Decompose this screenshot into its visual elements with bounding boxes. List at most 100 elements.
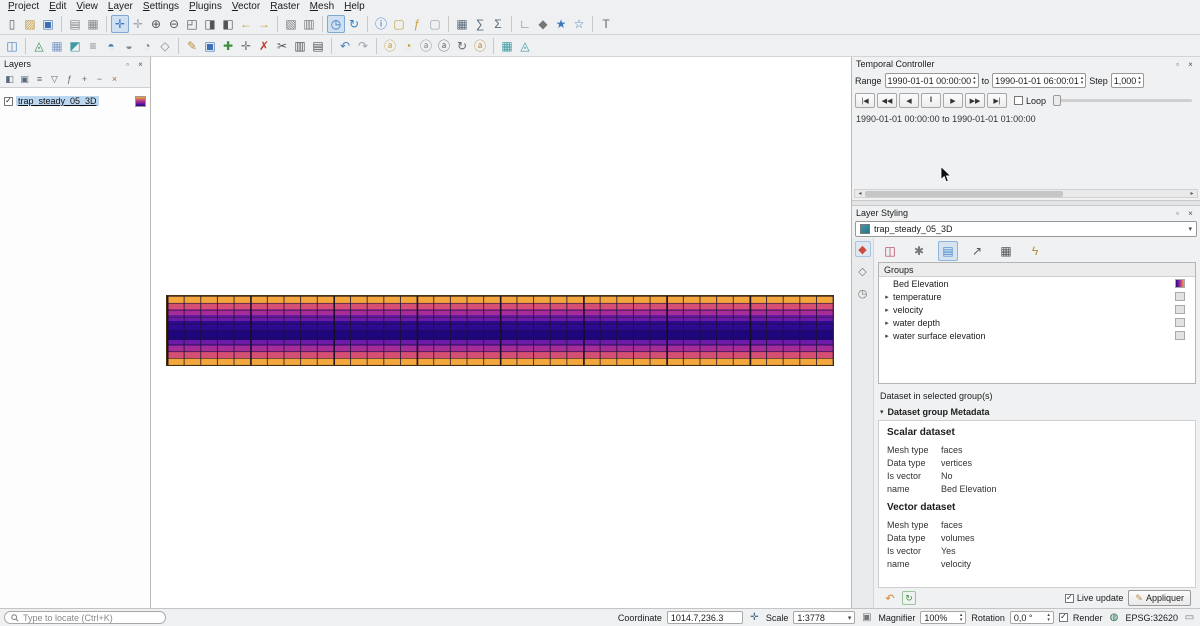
- scroll-right-icon[interactable]: ▸: [1187, 190, 1197, 197]
- zoom-full-icon[interactable]: ◰: [183, 15, 201, 33]
- add-spatialite-layer-icon[interactable]: ◒: [120, 37, 138, 55]
- zoom-out-icon[interactable]: ⊖: [165, 15, 183, 33]
- loop-checkbox[interactable]: [1014, 96, 1023, 105]
- open-attribute-table-icon[interactable]: ▦: [453, 15, 471, 33]
- skip-to-start-button[interactable]: |◀: [855, 93, 875, 108]
- zoom-to-layer-icon[interactable]: ◧: [219, 15, 237, 33]
- expand-arrow-icon[interactable]: ▸: [883, 319, 891, 327]
- map-view-manager-icon[interactable]: ▥: [300, 15, 318, 33]
- mesh-digitizing-icon[interactable]: ◬: [516, 37, 534, 55]
- layer-name[interactable]: trap_steady_05_3D: [16, 96, 99, 106]
- menu-view[interactable]: View: [71, 0, 103, 13]
- refresh-map-icon[interactable]: ↻: [345, 15, 363, 33]
- dataset-style-swatch[interactable]: [1175, 279, 1185, 288]
- metadata-expander[interactable]: ▾ Dataset group Metadata: [878, 403, 1196, 420]
- pan-to-selection-icon[interactable]: ✛: [129, 15, 147, 33]
- general-settings-subtab-icon[interactable]: ✱: [909, 241, 929, 261]
- expand-arrow-icon[interactable]: ▸: [883, 306, 891, 314]
- new-3d-map-view-icon[interactable]: ▧: [282, 15, 300, 33]
- spin-arrows[interactable]: ▴▾: [973, 76, 976, 86]
- filter-legend-icon[interactable]: ▽: [48, 73, 61, 86]
- float-panel-icon[interactable]: ▫: [122, 59, 133, 70]
- move-label-icon[interactable]: ⓐ: [435, 37, 453, 55]
- range-start-spinbox[interactable]: 1990-01-01 00:00:00 ▴▾: [885, 73, 979, 88]
- play-backward-button[interactable]: ◀: [899, 93, 919, 108]
- spin-down-icon[interactable]: ▾: [1138, 81, 1141, 86]
- edit-mesh-subtab-icon[interactable]: ϟ: [1025, 241, 1045, 261]
- step-forward-button[interactable]: ▶▶: [965, 93, 985, 108]
- add-delimited-text-icon[interactable]: ≡: [84, 37, 102, 55]
- add-mesh-layer-icon[interactable]: ◩: [66, 37, 84, 55]
- open-project-icon[interactable]: ▨: [21, 15, 39, 33]
- skip-to-end-button[interactable]: ▶|: [987, 93, 1007, 108]
- play-forward-button[interactable]: ▶: [943, 93, 963, 108]
- add-group-icon[interactable]: ▣: [18, 73, 31, 86]
- group-item-water-surface-elevation[interactable]: ▸water surface elevation: [879, 329, 1195, 342]
- styling-layer-combo[interactable]: trap_steady_05_3D ▾: [855, 221, 1197, 237]
- dataset-style-swatch[interactable]: [1175, 318, 1185, 327]
- map-canvas[interactable]: [151, 57, 852, 608]
- crs-text[interactable]: EPSG:32620: [1125, 613, 1178, 623]
- expand-arrow-icon[interactable]: ▸: [883, 293, 891, 301]
- expand-arrow-icon[interactable]: ▸: [883, 332, 891, 340]
- scrollbar-thumb[interactable]: [865, 191, 1063, 197]
- spin-down-icon[interactable]: ▾: [960, 618, 963, 623]
- layout-manager-icon[interactable]: ▦: [84, 15, 102, 33]
- dataset-style-swatch[interactable]: [1175, 305, 1185, 314]
- statistical-summary-icon[interactable]: Σ: [489, 15, 507, 33]
- add-postgis-layer-icon[interactable]: ◓: [102, 37, 120, 55]
- group-item-velocity[interactable]: ▸velocity: [879, 303, 1195, 316]
- data-source-manager-icon[interactable]: ◫: [3, 37, 21, 55]
- step-back-button[interactable]: ◀◀: [877, 93, 897, 108]
- view-3d-tab-icon[interactable]: ◇: [855, 263, 871, 279]
- measure-line-icon[interactable]: ∟: [516, 15, 534, 33]
- messages-icon[interactable]: ▭: [1183, 611, 1196, 624]
- text-annotation-icon[interactable]: T: [597, 15, 615, 33]
- save-project-icon[interactable]: ▣: [39, 15, 57, 33]
- remove-layer-icon[interactable]: ×: [108, 73, 121, 86]
- add-raster-layer-icon[interactable]: ▦: [48, 37, 66, 55]
- spin-arrows[interactable]: ▴▾: [1047, 613, 1050, 623]
- zoom-to-selection-icon[interactable]: ◨: [201, 15, 219, 33]
- save-layer-edits-icon[interactable]: ▣: [201, 37, 219, 55]
- menu-settings[interactable]: Settings: [138, 0, 184, 13]
- temporal-controller-icon[interactable]: ◷: [327, 15, 345, 33]
- pin-labels-icon[interactable]: ⓐ: [417, 37, 435, 55]
- magnifier-spinbox[interactable]: 100% ▴▾: [920, 611, 966, 624]
- change-label-icon[interactable]: ⓐ: [471, 37, 489, 55]
- spin-arrows[interactable]: ▴▾: [1138, 76, 1141, 86]
- symbology-tab-icon[interactable]: ◆: [855, 241, 871, 257]
- close-panel-icon[interactable]: ×: [1185, 59, 1196, 70]
- coordinate-field[interactable]: 1014.7,236.3: [667, 611, 743, 624]
- rotation-spinbox[interactable]: 0,0 ° ▴▾: [1010, 611, 1054, 624]
- select-by-expression-icon[interactable]: ƒ: [408, 15, 426, 33]
- step-spinbox[interactable]: 1,000 ▴▾: [1111, 73, 1144, 88]
- contours-subtab-icon[interactable]: ▤: [938, 241, 958, 261]
- scale-combo[interactable]: 1:3778 ▾: [793, 611, 855, 624]
- new-spatial-bookmark-icon[interactable]: ★: [552, 15, 570, 33]
- live-update-checkbox[interactable]: ✓: [1065, 594, 1074, 603]
- cut-features-icon[interactable]: ✂: [273, 37, 291, 55]
- spin-down-icon[interactable]: ▾: [1081, 81, 1084, 86]
- undo-style-icon[interactable]: ↶: [883, 591, 897, 605]
- datasets-subtab-icon[interactable]: ◫: [880, 241, 900, 261]
- apply-button[interactable]: ✎ Appliquer: [1128, 590, 1191, 606]
- render-checkbox[interactable]: ✓: [1059, 613, 1068, 622]
- add-feature-icon[interactable]: ✚: [219, 37, 237, 55]
- menu-mesh[interactable]: Mesh: [305, 0, 339, 13]
- pan-map-icon[interactable]: ✛: [111, 15, 129, 33]
- mesh-calculator-icon[interactable]: ▦: [498, 37, 516, 55]
- menu-plugins[interactable]: Plugins: [184, 0, 227, 13]
- temporal-slider[interactable]: [1053, 99, 1192, 102]
- deselect-features-icon[interactable]: ▢: [426, 15, 444, 33]
- range-end-spinbox[interactable]: 1990-01-01 06:00:01 ▴▾: [992, 73, 1086, 88]
- spin-arrows[interactable]: ▴▾: [1081, 76, 1084, 86]
- add-vector-layer-icon[interactable]: ◬: [30, 37, 48, 55]
- zoom-in-icon[interactable]: ⊕: [147, 15, 165, 33]
- select-features-icon[interactable]: ▢: [390, 15, 408, 33]
- locate-input[interactable]: Type to locate (Ctrl+K): [4, 611, 166, 624]
- filter-by-expression-icon[interactable]: ƒ: [63, 73, 76, 86]
- collapse-all-icon[interactable]: −: [93, 73, 106, 86]
- menu-project[interactable]: Project: [3, 0, 44, 13]
- new-print-layout-icon[interactable]: ▤: [66, 15, 84, 33]
